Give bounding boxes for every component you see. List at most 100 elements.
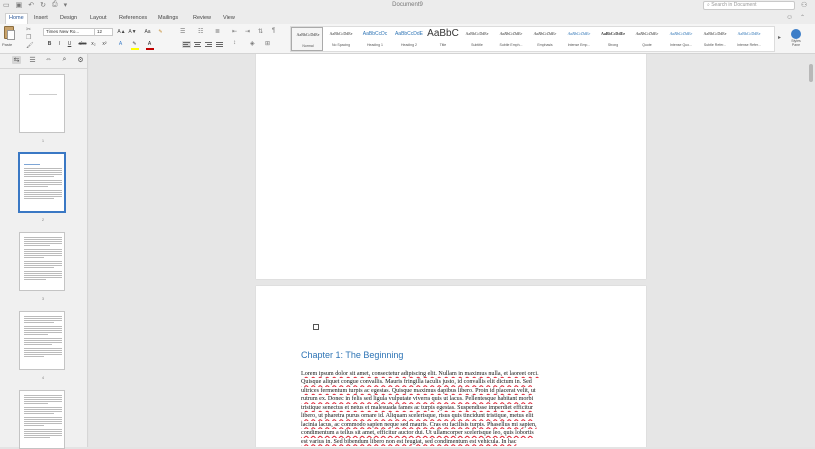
multilevel-list-icon[interactable]: ≣	[215, 28, 220, 35]
paste-label: Paste	[2, 42, 13, 47]
style-intense-emphasis[interactable]: AaBbCcDdEe Intense Emp...	[563, 27, 595, 51]
decrease-indent-icon[interactable]: ⇤	[232, 28, 237, 35]
sidebar-toggle-icon[interactable]: ⇆	[12, 56, 21, 64]
body-line: Quisque aliquet congue convallis. Mauris…	[301, 379, 532, 386]
style-intense-quote[interactable]: AaBbCcDdEe Intense Quo...	[665, 27, 697, 51]
align-right-button[interactable]	[204, 41, 213, 48]
format-painter-icon[interactable]: 🖌	[26, 42, 34, 49]
bullets-icon[interactable]: ☰	[180, 28, 185, 35]
page-thumbnail-5[interactable]	[19, 390, 65, 449]
tab-review[interactable]: Review	[190, 14, 214, 24]
document-canvas[interactable]: Chapter 1: The Beginning Lorem ipsum dol…	[89, 54, 815, 447]
tab-view[interactable]: View	[220, 14, 238, 24]
chapter-heading[interactable]: Chapter 1: The Beginning	[301, 350, 403, 360]
increase-font-size-button[interactable]: A▲	[117, 28, 126, 36]
style-quote[interactable]: AaBbCcDdEe Quote	[631, 27, 663, 51]
search-icon[interactable]: ⌕	[60, 56, 69, 64]
copy-icon[interactable]: ❐	[26, 34, 31, 41]
body-line: Lorem ipsum dolor sit amet, consectetur …	[301, 371, 539, 377]
document-page-1[interactable]	[256, 54, 646, 279]
styles-gallery: AaBbCcDdEe Normal AaBbCcDdEe No Spacing …	[290, 26, 775, 52]
nav-divider	[0, 68, 88, 69]
style-strong[interactable]: AaBbCcDdEe Strong	[597, 27, 629, 51]
decrease-font-size-button[interactable]: A▼	[128, 28, 137, 36]
justify-button[interactable]	[215, 41, 224, 48]
font-size-select[interactable]: 12	[94, 28, 113, 36]
body-line: ultrices fermentum turpis ac egestas. Qu…	[301, 387, 536, 394]
line-spacing-icon[interactable]: ↕	[233, 40, 236, 46]
numbering-icon[interactable]: ☷	[198, 28, 203, 35]
style-title[interactable]: AaBbC Title	[427, 27, 459, 51]
style-emphasis[interactable]: AaBbCcDdEe Emphasis	[529, 27, 561, 51]
page-thumbnail-4[interactable]	[19, 311, 65, 370]
page-number-1: 1	[41, 138, 45, 143]
font-color-swatch	[146, 48, 154, 50]
thumbnails-icon[interactable]: ⇔	[44, 56, 53, 64]
image-placeholder-icon[interactable]	[313, 324, 319, 330]
body-paragraph[interactable]: Lorem ipsum dolor sit amet, consectetur …	[301, 370, 601, 446]
shading-icon[interactable]: ◈	[250, 40, 255, 47]
title-bar: ▭ ▣ ↶ ↻ ⎙ ▾ Document9 ⌕ Search in Docume…	[0, 0, 815, 12]
feedback-smiley-icon[interactable]: ☺	[786, 14, 793, 21]
body-line: rutrum ex. Donec in felis sed ligula vul…	[301, 396, 534, 403]
styles-more-arrow-icon[interactable]: ▸	[778, 34, 781, 41]
settings-icon[interactable]: ⚙	[76, 56, 85, 64]
tab-design[interactable]: Design	[57, 14, 80, 24]
change-case-button[interactable]: Aa	[143, 28, 152, 36]
borders-icon[interactable]: ⊞	[265, 40, 270, 47]
styles-pane-button[interactable]: Styles Pane	[789, 27, 803, 51]
share-icon[interactable]: ⚇	[801, 1, 807, 9]
list-icon[interactable]: ☰	[28, 56, 37, 64]
tab-mailings[interactable]: Mailings	[155, 14, 181, 24]
body-line: lacinia lacus, ac commodo sapien neque s…	[301, 421, 537, 428]
vertical-scrollbar[interactable]	[809, 64, 813, 82]
collapse-ribbon-icon[interactable]: ⌃	[800, 14, 805, 21]
align-left-button[interactable]	[182, 41, 191, 48]
body-line: libero, ut pharetra purus ornare id. Ali…	[301, 413, 534, 420]
page-number-3: 3	[41, 296, 45, 301]
show-formatting-icon[interactable]: ¶	[272, 28, 275, 34]
tab-insert[interactable]: Insert	[31, 14, 51, 24]
style-subtitle[interactable]: AaBbCcDdEe Subtitle	[461, 27, 493, 51]
page-thumbnail-1[interactable]	[19, 74, 65, 133]
underline-button[interactable]: U	[65, 40, 74, 48]
style-subtle-reference[interactable]: AaBbCcDdEe Subtle Refer...	[699, 27, 731, 51]
paper-icon	[7, 30, 15, 40]
page-thumbnail-3[interactable]	[19, 232, 65, 291]
font-color-button[interactable]: A	[145, 40, 154, 48]
highlight-color-swatch	[131, 48, 139, 50]
text-effects-icon[interactable]: A	[116, 40, 125, 48]
italic-button[interactable]: I	[55, 40, 64, 48]
tab-layout[interactable]: Layout	[87, 14, 110, 24]
body-line: condimentum a tellus sit amet, efficitur…	[301, 430, 534, 437]
search-placeholder: Search in Document	[711, 2, 757, 8]
nav-pane-toolbar: ⇆ ☰ ⇔ ⌕ ⚙	[12, 56, 85, 64]
styles-pane-icon	[791, 29, 801, 39]
document-page-2[interactable]: Chapter 1: The Beginning Lorem ipsum dol…	[256, 286, 646, 447]
tab-home[interactable]: Home	[5, 13, 28, 24]
style-heading-1[interactable]: AaBbCcDc Heading 1	[359, 27, 391, 51]
body-line: est varius in. Sed bibendum libero non e…	[301, 438, 517, 445]
style-intense-reference[interactable]: AaBbCcDdEe Intense Refer...	[733, 27, 765, 51]
superscript-button[interactable]: x²	[100, 40, 109, 48]
bold-button[interactable]: B	[45, 40, 54, 48]
style-no-spacing[interactable]: AaBbCcDdEe No Spacing	[325, 27, 357, 51]
style-subtle-emphasis[interactable]: AaBbCcDdEe Subtle Emph...	[495, 27, 527, 51]
page-thumbnail-2[interactable]	[19, 153, 65, 212]
page-number-2: 2	[41, 217, 45, 222]
sort-icon[interactable]: ⇅	[258, 28, 263, 35]
navigation-pane: ⇆ ☰ ⇔ ⌕ ⚙ 1 2 3 4	[0, 54, 88, 449]
increase-indent-icon[interactable]: ⇥	[245, 28, 250, 35]
cut-icon[interactable]: ✂	[26, 26, 31, 33]
highlight-color-button[interactable]: ✎	[130, 40, 139, 48]
style-normal[interactable]: AaBbCcDdEe Normal	[291, 27, 323, 51]
align-center-button[interactable]	[193, 41, 202, 48]
search-document-input[interactable]: ⌕ Search in Document	[703, 1, 795, 10]
strikethrough-button[interactable]: abc	[78, 40, 87, 48]
subscript-button[interactable]: x₂	[89, 40, 98, 48]
tab-references[interactable]: References	[116, 14, 150, 24]
style-heading-2[interactable]: AaBbCcDdE Heading 2	[393, 27, 425, 51]
ribbon-home: Paste ✂ ❐ 🖌 Times New Ro... 12 A▲ A▼ Aa …	[0, 24, 815, 54]
clear-formatting-icon[interactable]: ✎	[156, 28, 165, 36]
paste-button[interactable]: Paste	[2, 26, 16, 50]
